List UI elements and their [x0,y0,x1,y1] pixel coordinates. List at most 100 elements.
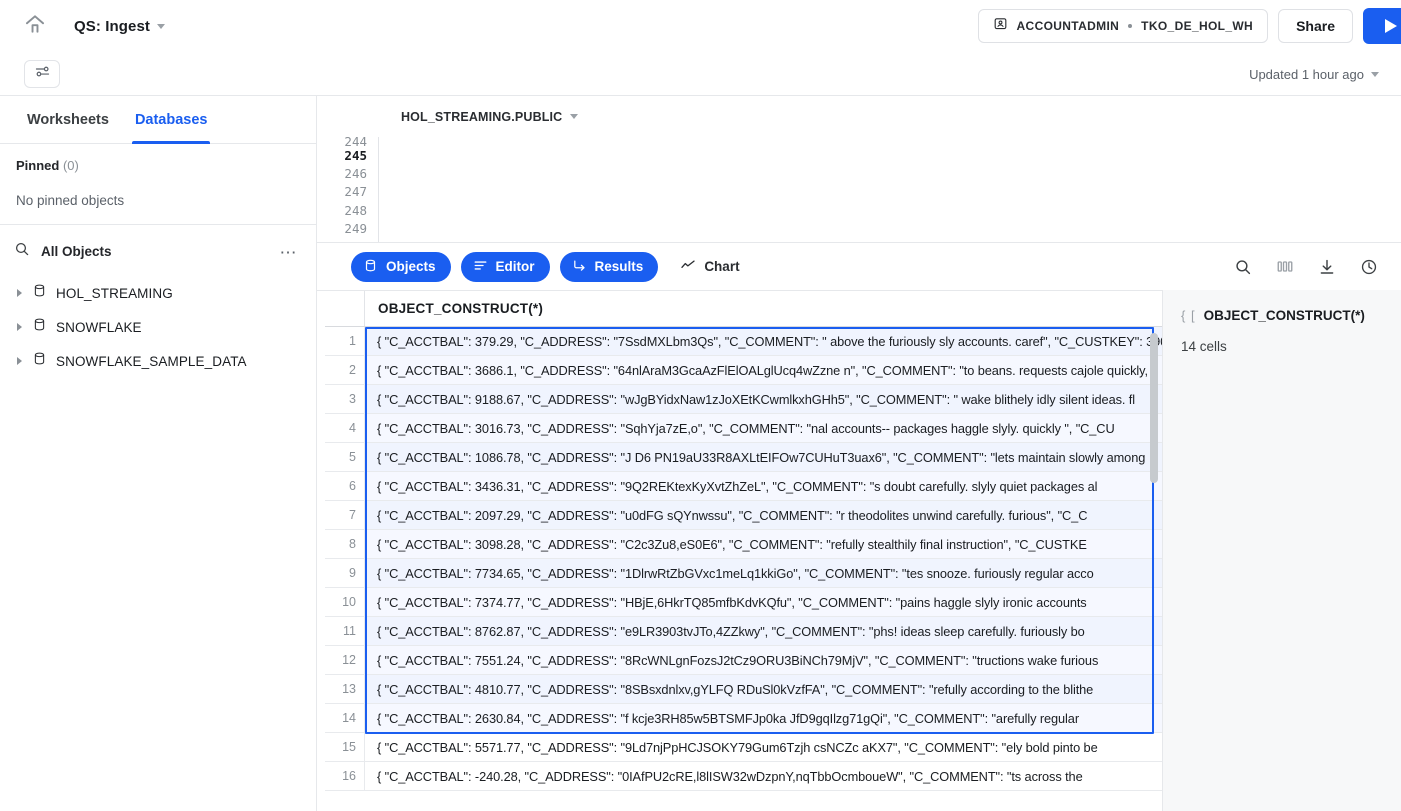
sidebar-item-hol-streaming[interactable]: HOL_STREAMING [0,276,316,310]
all-objects-label: All Objects [41,244,112,259]
sidebar-item-snowflake[interactable]: SNOWFLAKE [0,310,316,344]
tab-worksheets[interactable]: Worksheets [14,96,122,143]
cell-object-construct[interactable]: { "C_ACCTBAL": 2097.29, "C_ADDRESS": "u0… [365,501,1162,530]
search-icon[interactable] [14,241,30,262]
share-button-label: Share [1296,18,1335,34]
line-chart-icon [680,257,696,276]
cell-object-construct[interactable]: { "C_ACCTBAL": 7374.77, "C_ADDRESS": "HB… [365,588,1162,617]
chevron-down-icon [157,24,165,29]
cell-object-construct[interactable]: { "C_ACCTBAL": 2630.84, "C_ADDRESS": "f … [365,704,1162,733]
sidebar: Worksheets Databases Pinned (0) No pinne… [0,96,317,811]
editor-code[interactable]: SELECT object_construct(*) FROM snowflak… [379,137,1401,242]
cell-object-construct[interactable]: { "C_ACCTBAL": 1086.78, "C_ADDRESS": "J … [365,443,1162,472]
sidebar-tabs: Worksheets Databases [0,96,316,144]
table-row[interactable]: 5 { "C_ACCTBAL": 1086.78, "C_ADDRESS": "… [325,443,1162,472]
chevron-right-icon[interactable] [17,323,22,331]
table-row[interactable]: 4 { "C_ACCTBAL": 3016.73, "C_ADDRESS": "… [325,414,1162,443]
row-number: 7 [325,501,365,530]
cell-object-construct[interactable]: { "C_ACCTBAL": 8762.87, "C_ADDRESS": "e9… [365,617,1162,646]
cell-object-construct[interactable]: { "C_ACCTBAL": 4810.77, "C_ADDRESS": "8S… [365,675,1162,704]
cell-object-construct[interactable]: { "C_ACCTBAL": 7734.65, "C_ADDRESS": "1D… [365,559,1162,588]
table-row[interactable]: 1 { "C_ACCTBAL": 379.29, "C_ADDRESS": "7… [325,327,1162,356]
row-number: 2 [325,356,365,385]
tab-databases-label: Databases [135,112,208,128]
cell-object-construct[interactable]: { "C_ACCTBAL": 3098.28, "C_ADDRESS": "C2… [365,530,1162,559]
toggle-objects-button[interactable]: Objects [351,252,451,282]
detail-panel-title: OBJECT_CONSTRUCT(*) [1204,308,1365,323]
account-badge-icon [993,16,1008,36]
database-icon [32,351,47,371]
table-row[interactable]: 7 { "C_ACCTBAL": 2097.29, "C_ADDRESS": "… [325,501,1162,530]
cell-object-construct[interactable]: { "C_ACCTBAL": 3686.1, "C_ADDRESS": "64n… [365,356,1162,385]
table-row[interactable]: 16 { "C_ACCTBAL": -240.28, "C_ADDRESS": … [325,762,1162,791]
row-number: 9 [325,559,365,588]
play-icon [1385,19,1397,33]
role-warehouse-selector[interactable]: ACCOUNTADMIN TKO_DE_HOL_WH [978,9,1269,43]
cell-object-construct[interactable]: { "C_ACCTBAL": 379.29, "C_ADDRESS": "7Ss… [365,327,1162,356]
cell-object-construct[interactable]: { "C_ACCTBAL": 3436.31, "C_ADDRESS": "9Q… [365,472,1162,501]
pinned-label: Pinned [16,158,59,173]
row-number: 3 [325,385,365,414]
top-bar-actions: ACCOUNTADMIN TKO_DE_HOL_WH Share [978,0,1401,52]
top-bar: QS: Ingest ACCOUNTADMIN TKO_DE_HOL_WH [0,0,1401,52]
more-horizontal-icon[interactable]: ⋯ [280,243,299,260]
table-row[interactable]: 13 { "C_ACCTBAL": 4810.77, "C_ADDRESS": … [325,675,1162,704]
separator-dot [1128,24,1132,28]
vertical-scrollbar[interactable] [1150,333,1158,483]
cell-object-construct[interactable]: { "C_ACCTBAL": 5571.77, "C_ADDRESS": "9L… [365,733,1162,762]
cell-object-construct[interactable]: { "C_ACCTBAL": -240.28, "C_ADDRESS": "0I… [365,762,1162,791]
chevron-down-icon [1371,72,1379,77]
cell-object-construct[interactable]: { "C_ACCTBAL": 7551.24, "C_ADDRESS": "8R… [365,646,1162,675]
toggle-results-button[interactable]: Results [560,252,659,282]
table-row[interactable]: 6 { "C_ACCTBAL": 3436.31, "C_ADDRESS": "… [325,472,1162,501]
body: Worksheets Databases Pinned (0) No pinne… [0,96,1401,811]
row-number: 5 [325,443,365,472]
row-number: 16 [325,762,365,791]
results-grid: OBJECT_CONSTRUCT(*) 1 { "C_ACCTBAL": 379… [317,291,1162,811]
updated-status[interactable]: Updated 1 hour ago [1249,52,1379,96]
database-name: SNOWFLAKE_SAMPLE_DATA [56,354,247,369]
table-row[interactable]: 12 { "C_ACCTBAL": 7551.24, "C_ADDRESS": … [325,646,1162,675]
run-query-button[interactable] [1363,8,1401,44]
toggle-objects-label: Objects [386,259,436,274]
table-row[interactable]: 3 { "C_ACCTBAL": 9188.67, "C_ADDRESS": "… [325,385,1162,414]
all-objects-row[interactable]: All Objects ⋯ [0,225,316,272]
table-row[interactable]: 8 { "C_ACCTBAL": 3098.28, "C_ADDRESS": "… [325,530,1162,559]
toggle-chart-button[interactable]: Chart [668,252,754,282]
database-schema-selector[interactable]: HOL_STREAMING.PUBLIC [401,110,578,124]
home-button[interactable] [18,9,52,43]
pinned-count: (0) [63,158,79,173]
search-icon[interactable] [1233,257,1253,277]
results-grid-wrapper[interactable]: OBJECT_CONSTRUCT(*) 1 { "C_ACCTBAL": 379… [317,290,1162,811]
row-number: 12 [325,646,365,675]
snowflake-worksheet-app: QS: Ingest ACCOUNTADMIN TKO_DE_HOL_WH [0,0,1401,811]
sql-editor[interactable]: 244 245 246 247 248 249 SELECT object_co… [317,137,1401,243]
cell-object-construct[interactable]: { "C_ACCTBAL": 3016.73, "C_ADDRESS": "Sq… [365,414,1162,443]
tab-databases[interactable]: Databases [122,96,221,143]
database-icon [32,283,47,303]
history-clock-icon[interactable] [1359,257,1379,277]
table-row[interactable]: 15 { "C_ACCTBAL": 5571.77, "C_ADDRESS": … [325,733,1162,762]
column-header-label: OBJECT_CONSTRUCT(*) [378,301,543,316]
database-icon [363,258,378,276]
toggle-editor-button[interactable]: Editor [461,252,550,282]
table-row[interactable]: 11 { "C_ACCTBAL": 8762.87, "C_ADDRESS": … [325,617,1162,646]
toggle-chart-label: Chart [704,259,739,274]
worksheet-settings-button[interactable] [24,60,60,88]
table-row[interactable]: 10 { "C_ACCTBAL": 7374.77, "C_ADDRESS": … [325,588,1162,617]
results-toolbar: Objects Editor [317,243,1401,290]
chevron-right-icon[interactable] [17,289,22,297]
share-button[interactable]: Share [1278,9,1353,43]
sidebar-item-snowflake-sample-data[interactable]: SNOWFLAKE_SAMPLE_DATA [0,344,316,378]
updated-label: Updated 1 hour ago [1249,67,1364,82]
cell-object-construct[interactable]: { "C_ACCTBAL": 9188.67, "C_ADDRESS": "wJ… [365,385,1162,414]
columns-icon[interactable] [1275,257,1295,277]
chevron-right-icon[interactable] [17,357,22,365]
table-row[interactable]: 2 { "C_ACCTBAL": 3686.1, "C_ADDRESS": "6… [325,356,1162,385]
context-bar: HOL_STREAMING.PUBLIC [317,96,1401,137]
column-header-object-construct[interactable]: OBJECT_CONSTRUCT(*) [365,291,1162,326]
table-row[interactable]: 9 { "C_ACCTBAL": 7734.65, "C_ADDRESS": "… [325,559,1162,588]
download-icon[interactable] [1317,257,1337,277]
table-row[interactable]: 14 { "C_ACCTBAL": 2630.84, "C_ADDRESS": … [325,704,1162,733]
worksheet-title-selector[interactable]: QS: Ingest [74,18,165,35]
